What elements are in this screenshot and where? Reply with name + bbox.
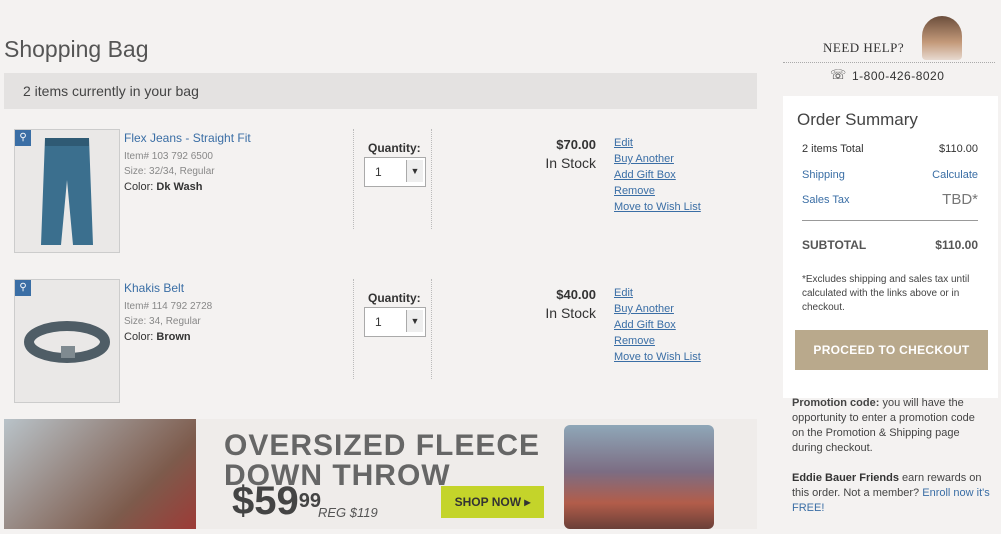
add-gift-box-link[interactable]: Add Gift Box [614, 167, 701, 183]
remove-link[interactable]: Remove [614, 183, 701, 199]
jeans-image [41, 138, 93, 245]
divider [431, 279, 432, 379]
items-count-bar: 2 items currently in your bag [4, 73, 757, 109]
divider [783, 62, 995, 63]
subtotal-value: $110.00 [935, 238, 978, 252]
divider [431, 129, 432, 229]
order-summary: Order Summary 2 items Total $110.00 Ship… [783, 96, 998, 398]
phone-icon: ☏ [830, 67, 847, 82]
buy-another-link[interactable]: Buy Another [614, 151, 701, 167]
quantity-label: Quantity: [368, 141, 421, 155]
item-name-link[interactable]: Khakis Belt [124, 281, 354, 295]
item-price: $70.00 [556, 137, 596, 152]
magnifier-icon[interactable]: ⚲ [15, 130, 31, 146]
banner-price-dollars: $59 [232, 479, 299, 523]
divider [802, 220, 978, 221]
items-count-text: 2 items currently in your bag [23, 83, 199, 99]
promotion-code-info: Promotion code: you will have the opport… [792, 396, 990, 456]
item-color: Color: Dk Wash [124, 181, 354, 193]
item-sku: Item# 114 792 2728 [124, 301, 213, 312]
remove-link[interactable]: Remove [614, 333, 701, 349]
item-name-link[interactable]: Flex Jeans - Straight Fit [124, 131, 354, 145]
promo-banner[interactable]: OVERSIZED FLEECE DOWN THROW $5999 REG $1… [4, 419, 757, 529]
subtotal-label: SUBTOTAL [802, 238, 867, 252]
cart-item: ⚲ Khakis Belt Item# 114 792 2728 Size: 3… [4, 279, 761, 404]
cart-item: ⚲ Flex Jeans - Straight Fit Item# 103 79… [4, 129, 761, 254]
support-agent-avatar [922, 16, 962, 60]
summary-row-tax: Sales Tax TBD* [802, 191, 978, 208]
proceed-to-checkout-button[interactable]: PROCEED TO CHECKOUT [795, 330, 988, 370]
buy-another-link[interactable]: Buy Another [614, 301, 701, 317]
color-value: Dk Wash [156, 181, 203, 193]
item-size: Size: 32/34, Regular [124, 166, 215, 177]
friends-bold: Eddie Bauer Friends [792, 472, 899, 484]
summary-note: *Excludes shipping and sales tax until c… [802, 274, 970, 313]
divider [353, 279, 354, 379]
color-value: Brown [156, 331, 191, 343]
add-gift-box-link[interactable]: Add Gift Box [614, 317, 701, 333]
edit-link[interactable]: Edit [614, 135, 701, 151]
banner-photo [4, 419, 196, 529]
move-to-wish-list-link[interactable]: Move to Wish List [614, 199, 701, 215]
item-price: $40.00 [556, 287, 596, 302]
banner-reg-price: REG $119 [318, 505, 378, 520]
phone-number[interactable]: 1-800-426-8020 [852, 69, 944, 83]
banner-product-image [564, 425, 714, 529]
item-color: Color: Brown [124, 331, 354, 343]
calculate-link[interactable]: Calculate [932, 169, 978, 181]
summary-value: $110.00 [939, 143, 978, 155]
shop-now-button[interactable]: SHOP NOW ▸ [441, 486, 544, 518]
banner-price: $5999 [232, 481, 321, 521]
chevron-down-icon[interactable]: ▼ [406, 310, 423, 332]
shipping-link[interactable]: Shipping [802, 169, 845, 181]
divider [353, 129, 354, 229]
summary-row-total: 2 items Total $110.00 [802, 143, 978, 155]
need-help-title: NEED HELP? [823, 40, 905, 55]
item-sku: Item# 103 792 6500 [124, 151, 213, 162]
magnifier-icon[interactable]: ⚲ [15, 280, 31, 296]
quantity-select[interactable]: 1 ▼ [364, 307, 426, 337]
sales-tax-link[interactable]: Sales Tax [802, 194, 850, 206]
stock-status: In Stock [545, 305, 596, 321]
product-thumbnail-belt[interactable]: ⚲ [14, 279, 120, 403]
eddie-bauer-friends-info: Eddie Bauer Friends earn rewards on this… [792, 471, 990, 516]
quantity-value: 1 [375, 165, 382, 179]
quantity-label: Quantity: [368, 291, 421, 305]
summary-value: TBD* [942, 191, 978, 208]
promo-bold: Promotion code: [792, 397, 880, 409]
color-label: Color: [124, 331, 154, 343]
stock-status: In Stock [545, 155, 596, 171]
banner-headline-line1: OVERSIZED FLEECE [224, 429, 541, 462]
product-thumbnail-jeans[interactable]: ⚲ [14, 129, 120, 253]
belt-image [24, 321, 110, 363]
summary-row-shipping: Shipping Calculate [802, 169, 978, 181]
move-to-wish-list-link[interactable]: Move to Wish List [614, 349, 701, 365]
summary-label: 2 items Total [802, 143, 864, 155]
item-size: Size: 34, Regular [124, 316, 201, 327]
color-label: Color: [124, 181, 154, 193]
quantity-select[interactable]: 1 ▼ [364, 157, 426, 187]
page-title: Shopping Bag [4, 36, 149, 62]
chevron-down-icon[interactable]: ▼ [406, 160, 423, 182]
order-summary-title: Order Summary [797, 110, 918, 129]
edit-link[interactable]: Edit [614, 285, 701, 301]
summary-row-subtotal: SUBTOTAL $110.00 [802, 238, 978, 252]
quantity-value: 1 [375, 315, 382, 329]
